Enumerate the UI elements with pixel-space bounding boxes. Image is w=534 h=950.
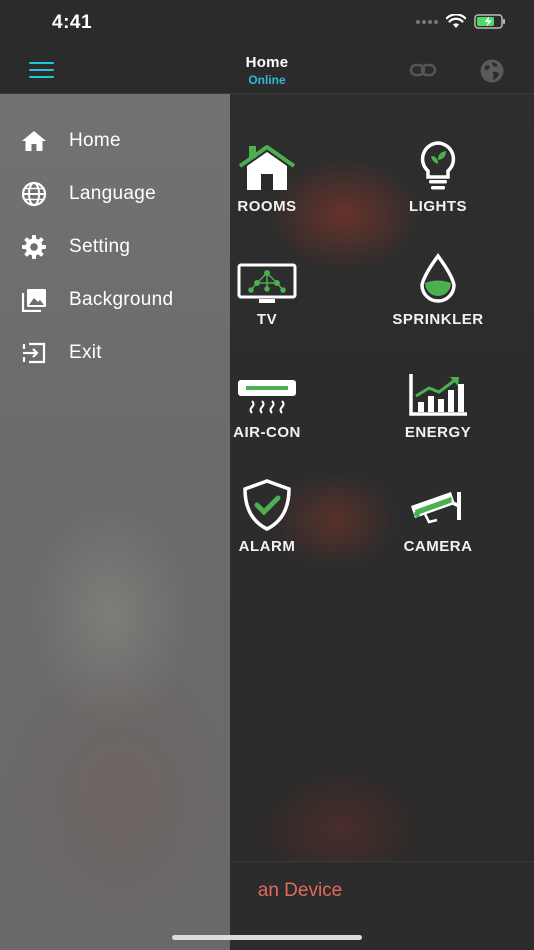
- drawer-item-background[interactable]: Background: [0, 280, 230, 320]
- drawer-item-label: Home: [69, 130, 121, 151]
- status-icons: [416, 14, 506, 29]
- home-icon: [22, 131, 46, 151]
- gear-icon: [22, 235, 46, 259]
- lightbulb-icon: [420, 141, 456, 190]
- status-bar: 4:41: [0, 0, 534, 48]
- drawer-item-setting[interactable]: Setting: [0, 227, 230, 267]
- status-time: 4:41: [52, 12, 93, 33]
- connection-status: Online: [248, 73, 286, 87]
- grid-label: SPRINKLER: [392, 311, 484, 328]
- grid-label: ENERGY: [404, 424, 472, 441]
- house-icon: [238, 145, 296, 190]
- globe-icon: [21, 181, 47, 207]
- air-conditioner-icon: [238, 380, 296, 414]
- security-camera-icon: [411, 492, 461, 524]
- side-drawer: Home Language Setting Background Exit: [0, 94, 230, 950]
- tv-icon: [237, 263, 297, 303]
- drawer-item-home[interactable]: Home: [0, 121, 230, 161]
- energy-button[interactable]: ENERGY: [363, 358, 513, 441]
- water-drop-icon: [420, 253, 456, 303]
- drawer-item-label: Exit: [69, 342, 102, 363]
- camera-button[interactable]: CAMERA: [363, 472, 513, 555]
- signal-icon: [416, 19, 438, 24]
- home-indicator[interactable]: [172, 935, 362, 940]
- link-icon[interactable]: [409, 60, 437, 80]
- battery-charging-icon: [474, 14, 505, 29]
- page-title: Home: [245, 54, 289, 71]
- exit-icon: [22, 342, 46, 364]
- drawer-item-language[interactable]: Language: [0, 174, 230, 214]
- sprinkler-button[interactable]: SPRINKLER: [363, 245, 513, 328]
- wifi-icon: [446, 14, 466, 28]
- image-icon: [21, 289, 46, 312]
- drawer-item-label: Background: [69, 289, 174, 310]
- app-header: Home Online: [0, 48, 534, 94]
- globe-icon[interactable]: [479, 58, 505, 84]
- grid-label: LIGHTS: [409, 198, 467, 215]
- drawer-item-label: Language: [69, 183, 156, 204]
- shield-check-icon: [243, 479, 291, 531]
- energy-chart-icon: [409, 374, 467, 416]
- drawer-item-exit[interactable]: Exit: [0, 333, 230, 373]
- lights-button[interactable]: LIGHTS: [363, 132, 513, 215]
- drawer-item-label: Setting: [69, 236, 131, 257]
- grid-label: CAMERA: [403, 538, 473, 555]
